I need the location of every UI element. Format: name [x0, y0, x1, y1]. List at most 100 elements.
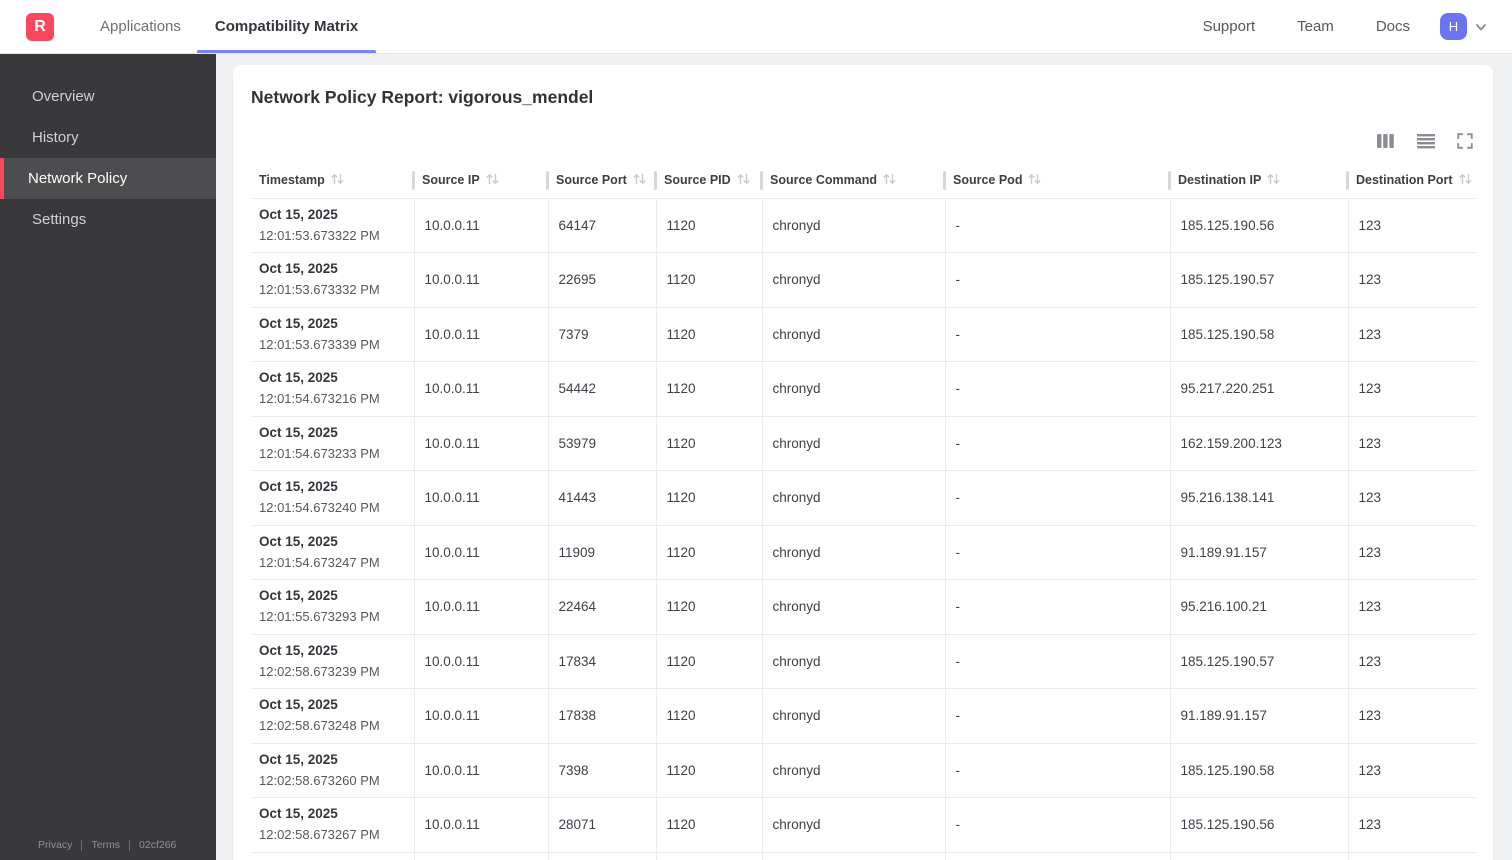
column-header-source-command[interactable]: Source Command: [760, 170, 945, 199]
cell-source-pid: 1120: [656, 198, 763, 253]
cell-source-pod: -: [945, 416, 1171, 471]
tab-compatibility-matrix[interactable]: Compatibility Matrix: [196, 0, 377, 53]
sort-icon[interactable]: [883, 174, 896, 188]
cell-destination-port: 123: [1348, 470, 1477, 526]
cell-destination-port: 123: [1348, 416, 1477, 471]
cell-destination-port: 123: [1348, 252, 1477, 308]
sidebar-item-settings[interactable]: Settings: [0, 199, 216, 240]
column-header-label: Source IP: [422, 173, 480, 188]
cell-source-pod: [945, 852, 1171, 860]
column-header-label: Source PID: [664, 173, 731, 188]
cell-timestamp: Oct 15, 2025 12:01:55.673293 PM: [251, 579, 415, 635]
cell-source-port: 22464: [548, 579, 657, 635]
cell-source-port: 28071: [548, 797, 657, 853]
column-resize-handle[interactable]: [546, 171, 549, 190]
column-resize-handle[interactable]: [412, 171, 415, 190]
nav-link-team[interactable]: Team: [1297, 18, 1334, 35]
cell-source-pod: -: [945, 525, 1171, 580]
cell-source-command: chronyd: [762, 525, 946, 580]
sidebar-item-network-policy[interactable]: Network Policy: [0, 158, 216, 199]
user-avatar[interactable]: H: [1440, 13, 1467, 40]
cell-source-pid: 1120: [656, 688, 763, 744]
sort-icon[interactable]: [486, 174, 499, 188]
column-header-source-pod[interactable]: Source Pod: [943, 170, 1170, 199]
cell-source-ip: 10.0.0.11: [414, 416, 549, 471]
timestamp-date: Oct 15, 2025: [259, 642, 338, 658]
footer-divider: [81, 839, 83, 851]
column-header-source-ip[interactable]: Source IP: [412, 170, 548, 199]
cell-source-pod: -: [945, 797, 1171, 853]
column-resize-handle[interactable]: [760, 171, 763, 190]
timestamp-date: Oct 15, 2025: [259, 806, 338, 822]
cell-timestamp: Oct 15, 2025 12:02:58.673260 PM: [251, 743, 415, 798]
nav-link-docs[interactable]: Docs: [1376, 18, 1410, 35]
cell-destination-port: 123: [1348, 307, 1477, 362]
timestamp-time: 12:01:55.673293 PM: [259, 609, 380, 625]
chevron-down-icon[interactable]: [1474, 20, 1488, 34]
table-row: Oct 15, 2025 12:01:53.673332 PM 10.0.0.11 2…: [251, 252, 1477, 308]
nav-link-support[interactable]: Support: [1203, 18, 1256, 35]
top-navbar: R Applications Compatibility Matrix Supp…: [0, 0, 1512, 54]
cell-source-command: chronyd: [762, 252, 946, 308]
terms-link[interactable]: Terms: [91, 839, 120, 851]
column-header-label: Source Pod: [953, 173, 1023, 188]
sort-icon[interactable]: [1459, 174, 1472, 188]
column-resize-handle[interactable]: [654, 171, 657, 190]
sort-icon[interactable]: [1028, 174, 1041, 188]
tab-applications[interactable]: Applications: [90, 0, 191, 53]
timestamp-time: 12:01:53.673339 PM: [259, 336, 380, 352]
cell-source-pid: 1120: [656, 307, 763, 362]
cell-source-pid: 1120: [656, 361, 763, 417]
column-resize-handle[interactable]: [943, 171, 946, 190]
main-area: Network Policy Report: vigorous_mendel T…: [216, 54, 1512, 860]
table-row: Oct 15, 2025 12:01:54.673233 PM 10.0.0.11 5…: [251, 416, 1477, 471]
table-row: Oct 15, 2025 12:01:54.673216 PM 10.0.0.11 5…: [251, 361, 1477, 417]
cell-source-port: 64147: [548, 198, 657, 253]
sidebar-item-history[interactable]: History: [0, 117, 216, 158]
column-header-destination-ip[interactable]: Destination IP: [1168, 170, 1348, 199]
table-row: Oct 15, 2025: [251, 852, 1477, 860]
cell-source-pid: 1120: [656, 634, 763, 689]
cell-source-pid: 1120: [656, 579, 763, 635]
cell-destination-ip: 91.189.91.157: [1170, 688, 1349, 744]
cell-destination-ip: 185.125.190.56: [1170, 797, 1349, 853]
privacy-link[interactable]: Privacy: [38, 839, 72, 851]
cell-source-ip: 10.0.0.11: [414, 307, 549, 362]
column-resize-handle[interactable]: [1168, 171, 1171, 190]
table-row: Oct 15, 2025 12:02:58.673239 PM 10.0.0.11 1…: [251, 634, 1477, 689]
timestamp-date: Oct 15, 2025: [259, 479, 338, 495]
cell-timestamp: Oct 15, 2025 12:02:58.673267 PM: [251, 797, 415, 853]
cell-destination-port: [1348, 852, 1477, 860]
cell-destination-ip: 185.125.190.57: [1170, 634, 1349, 689]
cell-source-command: chronyd: [762, 307, 946, 362]
column-header-destination-port[interactable]: Destination Port: [1346, 170, 1477, 199]
column-view-icon[interactable]: [1376, 133, 1395, 149]
table-row: Oct 15, 2025 12:02:58.673267 PM 10.0.0.11 2…: [251, 797, 1477, 853]
cell-source-ip: 10.0.0.11: [414, 743, 549, 798]
timestamp-date: Oct 15, 2025: [259, 261, 338, 277]
sort-icon[interactable]: [633, 174, 646, 188]
column-header-source-port[interactable]: Source Port: [546, 170, 656, 199]
column-header-timestamp[interactable]: Timestamp: [251, 170, 414, 199]
cell-destination-ip: 91.189.91.157: [1170, 525, 1349, 580]
row-view-icon[interactable]: [1417, 133, 1435, 149]
footer-divider: [129, 839, 131, 851]
cell-source-pod: -: [945, 688, 1171, 744]
cell-source-command: chronyd: [762, 579, 946, 635]
column-header-source-pid[interactable]: Source PID: [654, 170, 762, 199]
app-logo[interactable]: R: [26, 12, 54, 41]
expand-icon[interactable]: [1457, 133, 1473, 149]
sort-icon[interactable]: [737, 174, 750, 188]
cell-source-pid: 1120: [656, 797, 763, 853]
view-toolbar: [1376, 133, 1473, 149]
sort-icon[interactable]: [1267, 174, 1280, 188]
sort-icon[interactable]: [331, 174, 344, 188]
cell-source-pod: -: [945, 470, 1171, 526]
timestamp-time: 12:01:54.673247 PM: [259, 554, 380, 570]
table-row: Oct 15, 2025 12:01:55.673293 PM 10.0.0.11 2…: [251, 579, 1477, 635]
cell-destination-ip: 185.125.190.58: [1170, 307, 1349, 362]
cell-source-command: chronyd: [762, 797, 946, 853]
cell-destination-port: 123: [1348, 525, 1477, 580]
column-resize-handle[interactable]: [1346, 171, 1349, 190]
sidebar-item-overview[interactable]: Overview: [0, 76, 216, 117]
